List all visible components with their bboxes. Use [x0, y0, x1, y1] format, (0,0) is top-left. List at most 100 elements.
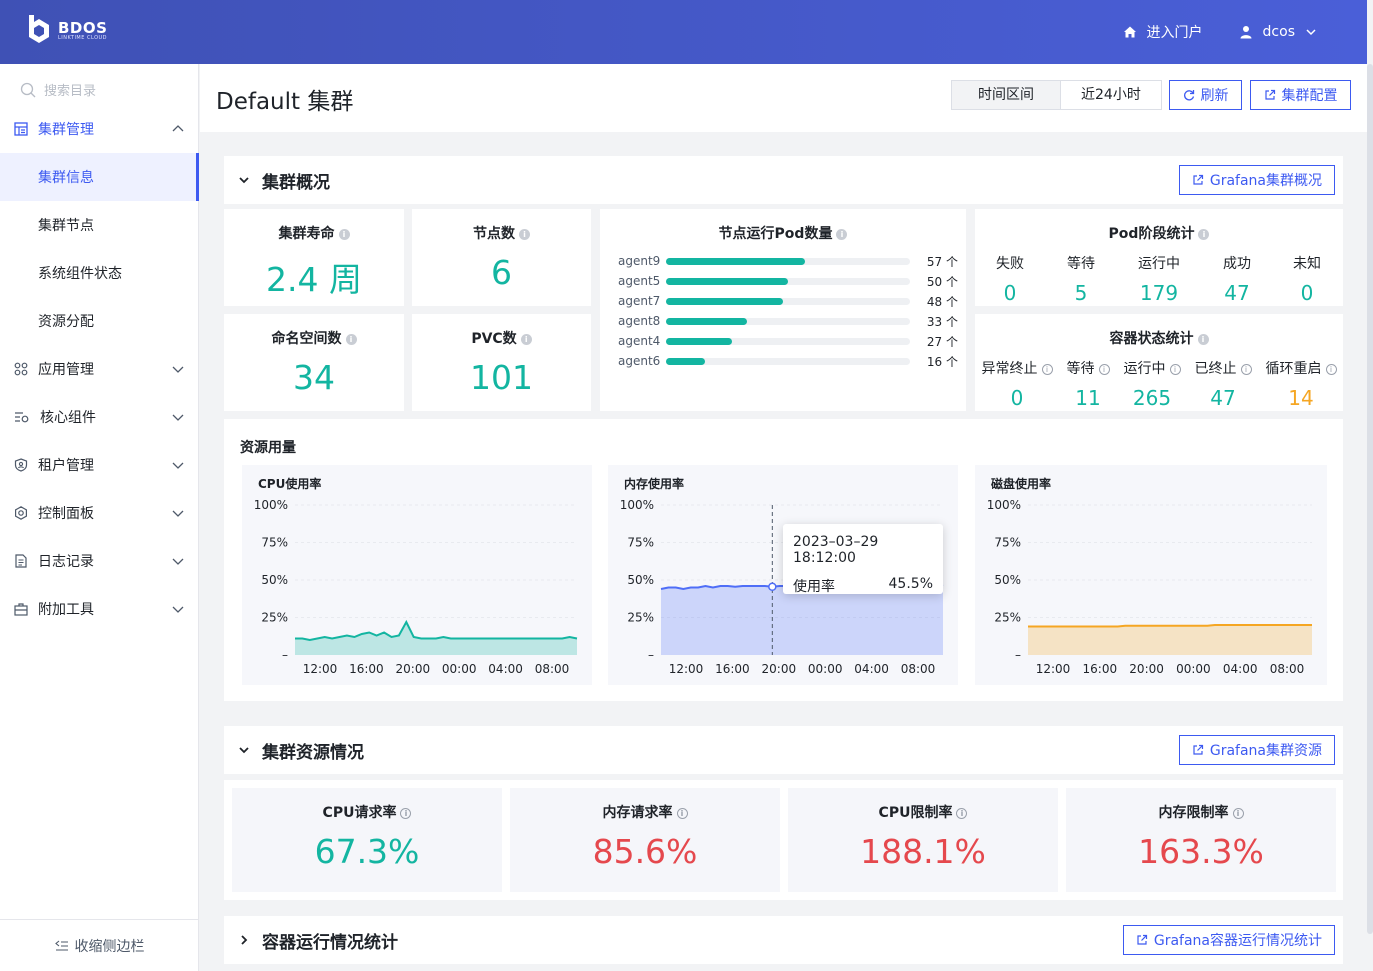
- sidebar-search[interactable]: 搜索目录: [20, 80, 96, 99]
- cluster-config-button[interactable]: 集群配置: [1250, 80, 1351, 110]
- sidebar: 搜索目录 集群管理 集群信息 集群节点 系统组件状态 资源分配 应用管理 核心组…: [0, 64, 199, 971]
- logo[interactable]: BDOS LINKTIME CLOUD: [26, 14, 107, 48]
- refresh-button[interactable]: 刷新: [1169, 80, 1242, 110]
- grafana-resources-button[interactable]: Grafana集群资源: [1178, 735, 1335, 765]
- info-icon[interactable]: i: [1232, 807, 1244, 819]
- sidebar-item-tenants[interactable]: 租户管理: [0, 441, 199, 489]
- bar-fill: [666, 257, 806, 265]
- x-tick-label: 08:00: [535, 662, 570, 676]
- info-icon[interactable]: i: [836, 228, 848, 240]
- x-tick-label: 08:00: [901, 662, 936, 676]
- info-icon[interactable]: i: [338, 228, 350, 240]
- resource-usage-card: 资源用量 CPU使用率 100% 75% 50% 25% –12:00 16:00 20:0…: [224, 419, 1343, 701]
- portal-link[interactable]: 进入门户: [1123, 22, 1203, 42]
- chevron-down-icon[interactable]: [238, 744, 250, 756]
- card-title: 容器状态统计: [1109, 331, 1194, 347]
- x-tick-label: 00:00: [808, 662, 843, 676]
- chevron-down-icon: [172, 462, 184, 469]
- main-content: 集群概况 Grafana集群概况 集群寿命 i 2.4 周 节点数 i 6 命名空间…: [200, 132, 1367, 971]
- state-label: 等待: [1066, 361, 1095, 377]
- sidebar-item-logs[interactable]: 日志记录: [0, 537, 199, 585]
- sidebar-item-tools[interactable]: 附加工具: [0, 585, 199, 633]
- bar-track: [666, 277, 910, 285]
- collapse-sidebar-button[interactable]: 收缩侧边栏: [0, 919, 199, 971]
- sidebar-subitem-resource-allocation[interactable]: 资源分配: [0, 297, 199, 345]
- info-icon[interactable]: i: [1325, 363, 1337, 375]
- pod-bar-row: agent7 48 个: [618, 293, 958, 309]
- chart-plot[interactable]: 100% 75% 50% 25% – 12:00 16:00 20:00 00:00 04:00 0…: [242, 465, 592, 685]
- info-icon[interactable]: i: [1240, 363, 1252, 375]
- sidebar-item-cluster[interactable]: 集群管理: [0, 105, 199, 153]
- bar-fill: [666, 337, 732, 345]
- top-bar: BDOS LINKTIME CLOUD 进入门户 dcos: [0, 0, 1367, 64]
- containers-section-header: 容器运行情况统计 Grafana容器运行情况统计: [224, 916, 1343, 964]
- info-icon[interactable]: i: [1041, 363, 1053, 375]
- node-name: agent7: [618, 294, 661, 308]
- grafana-containers-button[interactable]: Grafana容器运行情况统计: [1122, 925, 1335, 955]
- chevron-right-icon[interactable]: [238, 934, 250, 946]
- time-range-value[interactable]: 近24小时: [1061, 81, 1161, 109]
- card-title: Pod阶段统计: [1108, 226, 1195, 242]
- sidebar-item-label: 附加工具: [38, 602, 94, 618]
- section-title: 集群资源情况: [262, 742, 364, 763]
- sidebar-item-components[interactable]: 核心组件: [0, 393, 199, 441]
- sidebar-subitem-cluster-info[interactable]: 集群信息: [0, 153, 199, 201]
- phase-value: 5: [1074, 281, 1088, 305]
- resource-value: 67.3%: [314, 832, 420, 871]
- chevron-down-icon[interactable]: [238, 174, 250, 186]
- y-tick-label: 100%: [620, 498, 654, 512]
- bar-track: [666, 257, 910, 265]
- grafana-overview-label: Grafana集群概况: [1209, 173, 1322, 189]
- pod-bar-row: agent8 33 个: [618, 313, 958, 329]
- info-icon[interactable]: i: [676, 807, 688, 819]
- stat-title: 节点数: [473, 226, 515, 242]
- pod-count: 16 个: [926, 354, 958, 369]
- series-area: [1028, 625, 1312, 655]
- tooltip-label: 使用率: [793, 579, 835, 595]
- state-value: 11: [1075, 386, 1101, 410]
- phase-value: 0: [1300, 281, 1314, 305]
- state-label: 异常终止: [981, 361, 1038, 377]
- user-menu[interactable]: dcos: [1239, 24, 1317, 40]
- y-tick-label: 100%: [987, 498, 1021, 512]
- pod-count: 27 个: [926, 334, 958, 349]
- info-icon[interactable]: i: [400, 807, 412, 819]
- x-tick-label: 16:00: [715, 662, 750, 676]
- info-icon[interactable]: i: [519, 228, 530, 240]
- y-tick-label: –: [282, 648, 288, 662]
- search-placeholder: 搜索目录: [44, 84, 97, 99]
- info-icon[interactable]: i: [956, 807, 968, 819]
- pod-count: 33 个: [926, 314, 958, 329]
- pod-phase-succeeded: 成功 47: [1212, 253, 1262, 305]
- info-icon[interactable]: i: [520, 333, 532, 345]
- sidebar-subitem-cluster-nodes[interactable]: 集群节点: [0, 201, 199, 249]
- scrollbar-thumb[interactable]: [1367, 64, 1373, 934]
- components-icon: [15, 412, 29, 423]
- resource-title: 内存限制率: [1158, 805, 1229, 821]
- cluster-icon: [14, 122, 28, 136]
- sidebar-subitem-system-components[interactable]: 系统组件状态: [0, 249, 199, 297]
- time-range-selector[interactable]: 时间区间 近24小时: [951, 80, 1162, 110]
- sidebar-item-control-panel[interactable]: 控制面板: [0, 489, 199, 537]
- shield-icon: [14, 458, 28, 472]
- resources-section-header: 集群资源情况 Grafana集群资源: [224, 726, 1343, 774]
- chart-plot[interactable]: 100% 75% 50% 25% – 12:00 16:00 20:00 00:00 04:00 0…: [975, 465, 1327, 685]
- state-value: 0: [1010, 386, 1024, 410]
- info-icon[interactable]: i: [345, 333, 357, 345]
- sidebar-item-apps[interactable]: 应用管理: [0, 345, 199, 393]
- phase-label: 未知: [1293, 256, 1321, 272]
- info-icon[interactable]: i: [1197, 333, 1209, 345]
- x-tick-label: 04:00: [1223, 662, 1258, 676]
- info-icon[interactable]: i: [1098, 363, 1110, 375]
- stat-card-pvc-count: PVC数 i 101: [412, 314, 591, 411]
- info-icon[interactable]: i: [1198, 228, 1210, 240]
- chevron-down-icon: [172, 510, 184, 517]
- info-icon[interactable]: i: [1169, 363, 1181, 375]
- logo-text: BDOS: [58, 19, 108, 37]
- grafana-containers-label: Grafana容器运行情况统计: [1153, 933, 1322, 949]
- state-label: 已终止: [1194, 361, 1237, 377]
- grafana-overview-button[interactable]: Grafana集群概况: [1178, 165, 1335, 195]
- pod-count: 50 个: [926, 274, 958, 289]
- state-value: 14: [1288, 386, 1314, 410]
- y-tick-label: –: [648, 648, 654, 662]
